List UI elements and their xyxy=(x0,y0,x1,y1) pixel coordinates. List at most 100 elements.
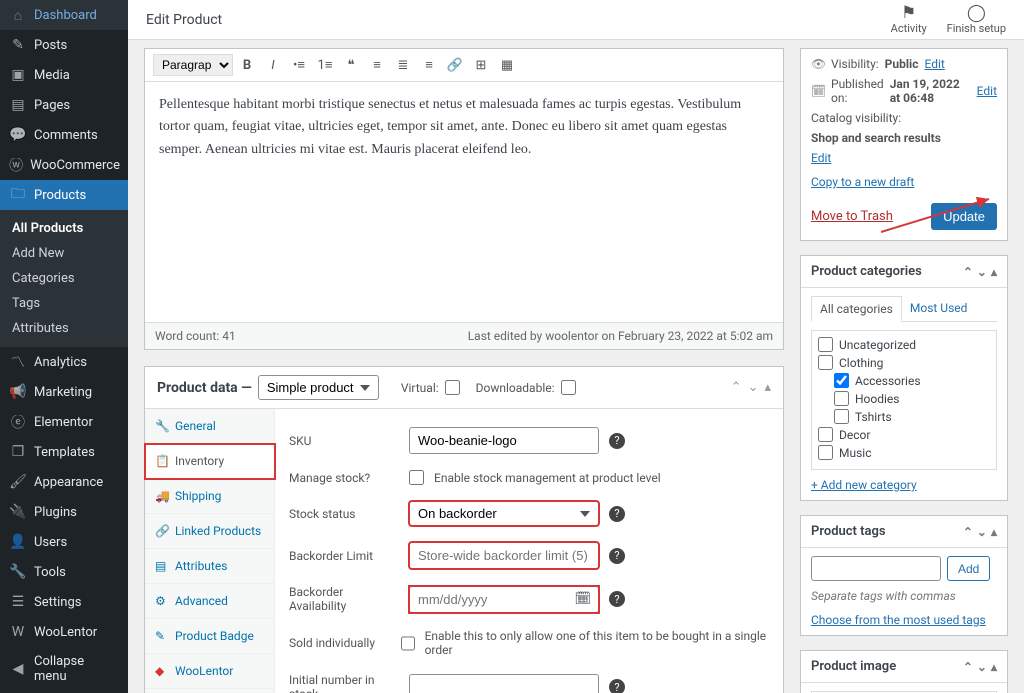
caret-up-icon[interactable]: ▴ xyxy=(991,265,997,279)
nav-woolentor[interactable]: WWooLentor xyxy=(0,617,128,647)
nav-templates[interactable]: ❐Templates xyxy=(0,437,128,467)
wrench-icon: 🔧 xyxy=(8,564,28,580)
help-icon[interactable]: ? xyxy=(609,433,625,449)
tab-woolentor[interactable]: ◆WooLentor xyxy=(145,654,274,689)
nav-elementor[interactable]: ⓔElementor xyxy=(0,407,128,437)
chevron-up-icon[interactable]: ⌃ xyxy=(963,660,973,674)
nav-products[interactable]: 🗀Products xyxy=(0,180,128,210)
copy-draft-link[interactable]: Copy to a new draft xyxy=(811,175,914,189)
nav-comments[interactable]: 💬Comments xyxy=(0,120,128,150)
sub-categories[interactable]: Categories xyxy=(0,266,128,291)
catalog-visibility-value: Shop and search results xyxy=(811,131,941,145)
elementor-icon: ⓔ xyxy=(8,414,28,430)
toggle-toolbar-button[interactable]: ▦ xyxy=(495,53,519,77)
tab-badge[interactable]: ✎Product Badge xyxy=(145,619,274,654)
finish-setup-button[interactable]: ◯Finish setup xyxy=(947,5,1006,35)
nav-woocommerce[interactable]: ⓦWooCommerce xyxy=(0,150,128,180)
tag-input[interactable] xyxy=(811,556,941,581)
chevron-up-icon[interactable]: ⌃ xyxy=(963,525,973,539)
initial-number-input[interactable] xyxy=(409,674,599,693)
insert-button[interactable]: ⊞ xyxy=(469,53,493,77)
quote-button[interactable]: ❝ xyxy=(339,53,363,77)
cat-decor[interactable]: Decor xyxy=(818,427,990,442)
tab-general[interactable]: 🔧General xyxy=(145,409,274,444)
cat-tab-most[interactable]: Most Used xyxy=(902,296,976,321)
align-right-button[interactable]: ≡ xyxy=(417,53,441,77)
sku-input[interactable] xyxy=(409,427,599,454)
add-tag-button[interactable]: Add xyxy=(947,556,990,581)
product-type-select[interactable]: Simple product xyxy=(258,375,379,400)
help-icon[interactable]: ? xyxy=(609,591,625,607)
cat-music[interactable]: Music xyxy=(818,445,990,460)
tab-shipping[interactable]: 🚚Shipping xyxy=(145,479,274,514)
cat-hoodies[interactable]: Hoodies xyxy=(818,391,990,406)
cat-tab-all[interactable]: All categories xyxy=(811,296,902,322)
calendar-icon[interactable]: 🗓 xyxy=(574,592,591,607)
products-submenu: All Products Add New Categories Tags Att… xyxy=(0,210,128,347)
bold-button[interactable]: B xyxy=(235,53,259,77)
align-left-button[interactable]: ≡ xyxy=(365,53,389,77)
help-icon[interactable]: ? xyxy=(609,548,625,564)
chevron-up-icon[interactable]: ⌃ xyxy=(731,380,742,395)
nav-settings[interactable]: ☰Settings xyxy=(0,587,128,617)
nav-posts[interactable]: ✎Posts xyxy=(0,30,128,60)
edit-date-link[interactable]: Edit xyxy=(977,84,997,98)
help-icon[interactable]: ? xyxy=(609,506,625,522)
nav-pages[interactable]: ▤Pages xyxy=(0,90,128,120)
format-select[interactable]: Paragraph xyxy=(153,54,233,76)
backorder-availability-input[interactable] xyxy=(409,586,599,613)
caret-up-icon[interactable]: ▴ xyxy=(764,380,771,395)
nav-tools[interactable]: 🔧Tools xyxy=(0,557,128,587)
manage-stock-checkbox[interactable] xyxy=(409,470,424,485)
nav-marketing[interactable]: 📢Marketing xyxy=(0,377,128,407)
update-button[interactable]: Update xyxy=(931,203,997,230)
ol-button[interactable]: 1≡ xyxy=(313,53,337,77)
sub-all-products[interactable]: All Products xyxy=(0,216,128,241)
cat-accessories[interactable]: Accessories xyxy=(818,373,990,388)
tab-advanced[interactable]: ⚙Advanced xyxy=(145,584,274,619)
stock-status-select[interactable]: On backorder xyxy=(409,501,599,526)
tab-more[interactable]: ＋Get more options xyxy=(145,689,274,693)
help-icon[interactable]: ? xyxy=(609,679,625,693)
cat-tshirts[interactable]: Tshirts xyxy=(818,409,990,424)
sub-tags[interactable]: Tags xyxy=(0,291,128,316)
choose-tags-link[interactable]: Choose from the most used tags xyxy=(811,613,986,627)
nav-users[interactable]: 👤Users xyxy=(0,527,128,557)
italic-button[interactable]: I xyxy=(261,53,285,77)
cat-clothing[interactable]: Clothing xyxy=(818,355,990,370)
nav-analytics[interactable]: 〽Analytics xyxy=(0,347,128,377)
sold-individually-checkbox[interactable] xyxy=(401,636,415,651)
edit-visibility-link[interactable]: Edit xyxy=(924,57,944,71)
caret-up-icon[interactable]: ▴ xyxy=(991,525,997,539)
truck-icon: 🚚 xyxy=(155,489,169,503)
align-center-button[interactable]: ≣ xyxy=(391,53,415,77)
caret-up-icon[interactable]: ▴ xyxy=(991,660,997,674)
tab-inventory[interactable]: 📋Inventory xyxy=(145,444,275,479)
product-image-title: Product image xyxy=(811,659,896,674)
tab-attributes[interactable]: ▤Attributes xyxy=(145,549,274,584)
chevron-up-icon[interactable]: ⌃ xyxy=(963,265,973,279)
nav-media[interactable]: ▣Media xyxy=(0,60,128,90)
chevron-down-icon[interactable]: ⌄ xyxy=(977,265,987,279)
chevron-down-icon[interactable]: ⌄ xyxy=(977,660,987,674)
collapse-menu[interactable]: ◀Collapse menu xyxy=(0,647,128,691)
downloadable-checkbox[interactable] xyxy=(561,380,576,395)
activity-button[interactable]: ⚑Activity xyxy=(891,5,927,35)
tab-linked[interactable]: 🔗Linked Products xyxy=(145,514,274,549)
editor-content[interactable]: Pellentesque habitant morbi tristique se… xyxy=(145,82,783,322)
link-button[interactable]: 🔗 xyxy=(443,53,467,77)
move-to-trash-link[interactable]: Move to Trash xyxy=(811,209,893,224)
nav-appearance[interactable]: 🖌Appearance xyxy=(0,467,128,497)
chevron-down-icon[interactable]: ⌄ xyxy=(748,380,759,395)
virtual-checkbox[interactable] xyxy=(445,380,460,395)
backorder-limit-input[interactable] xyxy=(409,542,599,569)
sub-attributes[interactable]: Attributes xyxy=(0,316,128,341)
chevron-down-icon[interactable]: ⌄ xyxy=(977,525,987,539)
nav-plugins[interactable]: 🔌Plugins xyxy=(0,497,128,527)
edit-catalog-link[interactable]: Edit xyxy=(811,151,831,165)
add-category-link[interactable]: + Add new category xyxy=(811,478,917,492)
sub-add-new[interactable]: Add New xyxy=(0,241,128,266)
cat-uncategorized[interactable]: Uncategorized xyxy=(818,337,990,352)
nav-dashboard[interactable]: ⌂Dashboard xyxy=(0,0,128,30)
ul-button[interactable]: •≡ xyxy=(287,53,311,77)
